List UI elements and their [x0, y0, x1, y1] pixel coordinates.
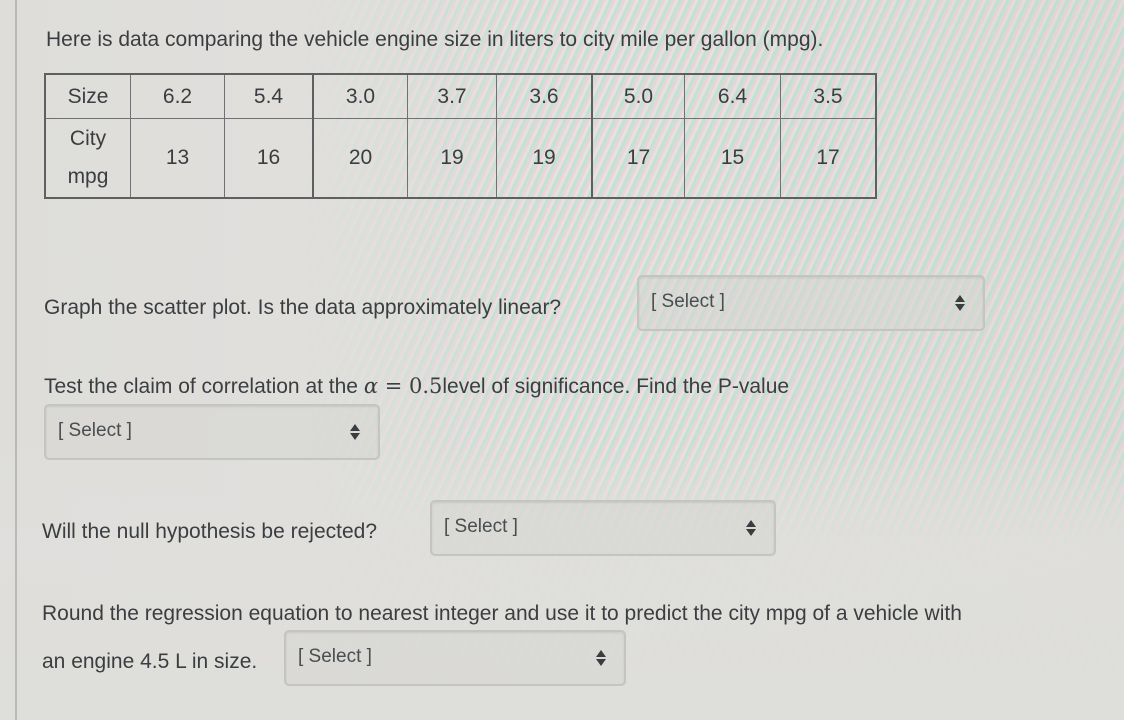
mpg-cell: 16	[224, 118, 314, 199]
question-pvalue-text: Test the claim of correlation at the α =…	[44, 374, 789, 399]
mpg-cell: 19	[407, 118, 497, 199]
row-header-city: City	[69, 127, 107, 150]
size-cell: 6.2	[130, 73, 225, 119]
question-regression-line1: Round the regression equation to nearest…	[42, 602, 962, 625]
table-row-city-mpg: City mpg 13 16 20 19 19 17 15 17	[44, 118, 877, 199]
mpg-cell: 15	[684, 118, 781, 199]
size-cell: 5.4	[224, 73, 314, 119]
up-down-caret-icon	[596, 650, 606, 666]
table-row-size: Size 6.2 5.4 3.0 3.7 3.6 5.0 6.4 3.5	[44, 73, 877, 119]
row-header-city-mpg: City mpg	[44, 118, 131, 199]
question-linear-text: Graph the scatter plot. Is the data appr…	[44, 296, 562, 319]
null-hypothesis-select-value: [ Select ]	[444, 516, 518, 537]
row-header-size: Size	[44, 73, 131, 119]
pvalue-select-value: [ Select ]	[58, 420, 132, 441]
size-cell: 5.0	[591, 73, 685, 119]
size-cell: 3.5	[780, 73, 877, 119]
null-hypothesis-select[interactable]: [ Select ]	[430, 500, 776, 556]
page-left-border	[15, 0, 17, 720]
up-down-caret-icon	[350, 424, 360, 440]
size-cell: 3.6	[496, 73, 593, 119]
question-regression-line2: an engine 4.5 L in size.	[42, 650, 258, 673]
prediction-select-value: [ Select ]	[298, 646, 372, 667]
prediction-select[interactable]: [ Select ]	[284, 630, 626, 686]
question-pvalue-text-after: level of significance. Find the P-value	[442, 375, 790, 398]
up-down-caret-icon	[955, 295, 965, 311]
mpg-cell: 19	[496, 118, 593, 199]
alpha-symbol: α	[363, 374, 379, 398]
mpg-cell: 13	[130, 118, 225, 199]
up-down-caret-icon	[746, 520, 756, 536]
mpg-cell: 20	[312, 118, 408, 199]
linear-select[interactable]: [ Select ]	[637, 275, 985, 331]
question-pvalue-text-before: Test the claim of correlation at the	[44, 375, 364, 398]
mpg-cell: 17	[780, 118, 877, 199]
mpg-cell: 17	[591, 118, 685, 199]
linear-select-value: [ Select ]	[651, 291, 725, 312]
size-cell: 6.4	[684, 73, 781, 119]
question-null-hypothesis-text: Will the null hypothesis be rejected?	[42, 520, 378, 543]
equals-sign: =	[378, 374, 409, 398]
alpha-value: 0.5	[408, 374, 443, 398]
size-cell: 3.7	[407, 73, 497, 119]
size-cell: 3.0	[312, 73, 408, 119]
row-header-mpg: mpg	[67, 165, 109, 188]
intro-text: Here is data comparing the vehicle engin…	[46, 28, 824, 51]
pvalue-select[interactable]: [ Select ]	[44, 404, 380, 460]
data-table: Size 6.2 5.4 3.0 3.7 3.6 5.0 6.4 3.5 Cit…	[44, 73, 877, 199]
